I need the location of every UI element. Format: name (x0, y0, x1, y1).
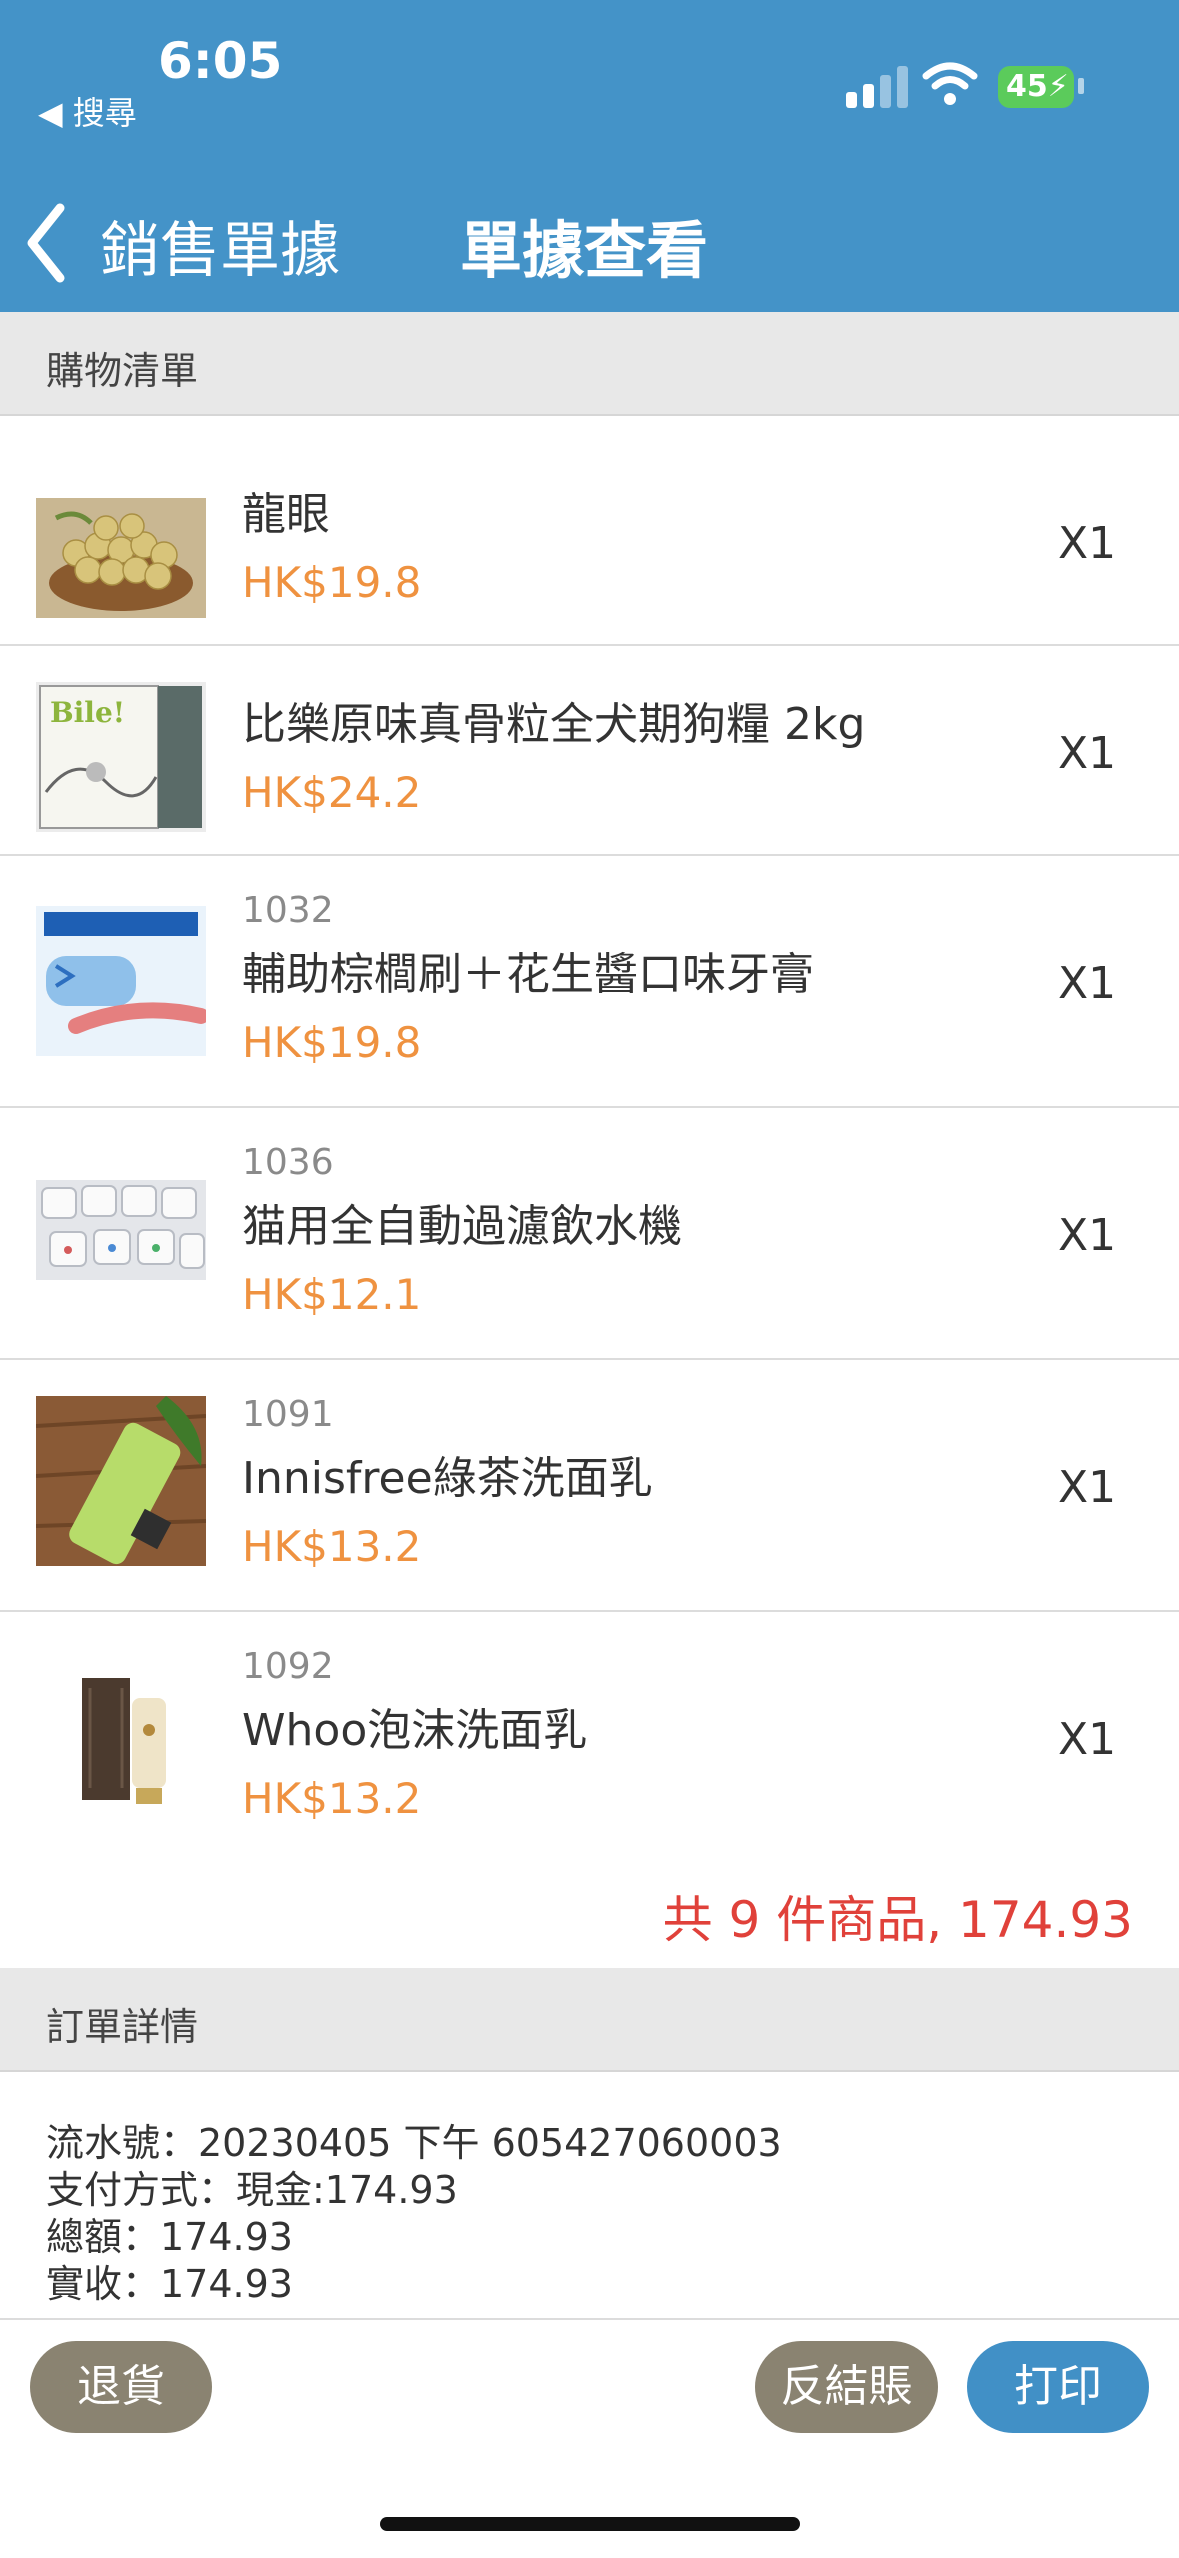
water-fountain-image (36, 1180, 206, 1280)
item-name: 比樂原味真骨粒全犬期狗糧 2kg (242, 699, 866, 750)
whoo-cleanser-image (36, 1648, 206, 1818)
item-quantity: X1 (1058, 728, 1117, 779)
section-title: 購物清單 (46, 349, 199, 393)
wifi-icon (922, 62, 978, 105)
item-price: HK$13.2 (242, 1774, 422, 1823)
back-button[interactable]: 銷售單據 (100, 202, 340, 289)
innisfree-cleanser-image (36, 1396, 206, 1566)
item-name: 輔助棕櫚刷＋花生醬口味牙膏 (242, 949, 814, 1000)
item-name: 猫用全自動過濾飲水機 (242, 1201, 682, 1252)
item-price: HK$19.8 (242, 558, 422, 607)
longan-image (36, 498, 206, 618)
item-price: HK$24.2 (242, 768, 422, 817)
list-item[interactable]: 龍眼 HK$19.8 X1 (0, 436, 1179, 646)
item-quantity: X1 (1058, 518, 1117, 569)
reverse-checkout-button[interactable]: 反結賬 (755, 2341, 938, 2433)
print-button[interactable]: 打印 (967, 2341, 1149, 2433)
list-item[interactable]: 1091 Innisfree綠茶洗面乳 HK$13.2 X1 (0, 1360, 1179, 1612)
item-name: Innisfree綠茶洗面乳 (242, 1453, 653, 1504)
item-price: HK$12.1 (242, 1270, 422, 1319)
list-item[interactable]: 1032 輔助棕櫚刷＋花生醬口味牙膏 HK$19.8 X1 (0, 856, 1179, 1108)
list-item[interactable]: Bile! 比樂原味真骨粒全犬期狗糧 2kg HK$24.2 X1 (0, 646, 1179, 856)
page-title: 單據查看 (460, 214, 709, 287)
dog-food-image: Bile! (36, 682, 206, 832)
item-quantity: X1 (1058, 1462, 1117, 1513)
app-header: 6:05 ◀ 搜尋 45⚡ 銷售單據 單據查看 (0, 0, 1179, 312)
item-price: HK$19.8 (242, 1018, 422, 1067)
item-list: 龍眼 HK$19.8 X1 Bile! 比樂原味真骨粒全犬期狗糧 2kg HK$… (0, 436, 1179, 1864)
back-to-search-link[interactable]: ◀ 搜尋 (38, 88, 137, 134)
toothbrush-image (36, 906, 206, 1056)
total-amount: 總額：174.93 (46, 2215, 293, 2259)
shopping-list-header: 購物清單 (0, 312, 1179, 416)
item-sku: 1092 (242, 1646, 334, 1687)
amount-received: 實收：174.93 (46, 2262, 293, 2306)
battery-level: 45 (1006, 69, 1048, 104)
item-name: Whoo泡沫洗面乳 (242, 1705, 588, 1756)
item-quantity: X1 (1058, 958, 1117, 1009)
serial-number: 流水號：20230405 下午 605427060003 (46, 2121, 782, 2165)
battery-cap (1078, 78, 1084, 94)
chevron-left-icon[interactable] (22, 198, 72, 288)
item-price: HK$13.2 (242, 1522, 422, 1571)
order-details-header: 訂單詳情 (0, 1968, 1179, 2072)
item-quantity: X1 (1058, 1210, 1117, 1261)
item-name: 龍眼 (242, 489, 330, 540)
list-item[interactable]: 1036 猫用全自動過濾飲水機 HK$12.1 X1 (0, 1108, 1179, 1360)
battery-icon: 45⚡ (998, 66, 1074, 108)
item-sku: 1036 (242, 1142, 334, 1183)
payment-method: 支付方式：現金:174.93 (46, 2168, 458, 2212)
section-title: 訂單詳情 (46, 2005, 199, 2049)
cellular-signal-icon (846, 66, 908, 108)
item-sku: 1091 (242, 1394, 334, 1435)
home-indicator (380, 2517, 800, 2531)
item-quantity: X1 (1058, 1714, 1117, 1765)
list-item[interactable]: 1092 Whoo泡沫洗面乳 HK$13.2 X1 (0, 1612, 1179, 1864)
item-sku: 1032 (242, 890, 334, 931)
return-button[interactable]: 退貨 (30, 2341, 212, 2433)
order-total-summary: 共 9 件商品, 174.93 (662, 1891, 1133, 1949)
svg-text:Bile!: Bile! (50, 696, 125, 729)
order-details: 流水號：20230405 下午 605427060003 支付方式：現金:174… (46, 2120, 1126, 2308)
status-time: 6:05 (158, 32, 283, 90)
